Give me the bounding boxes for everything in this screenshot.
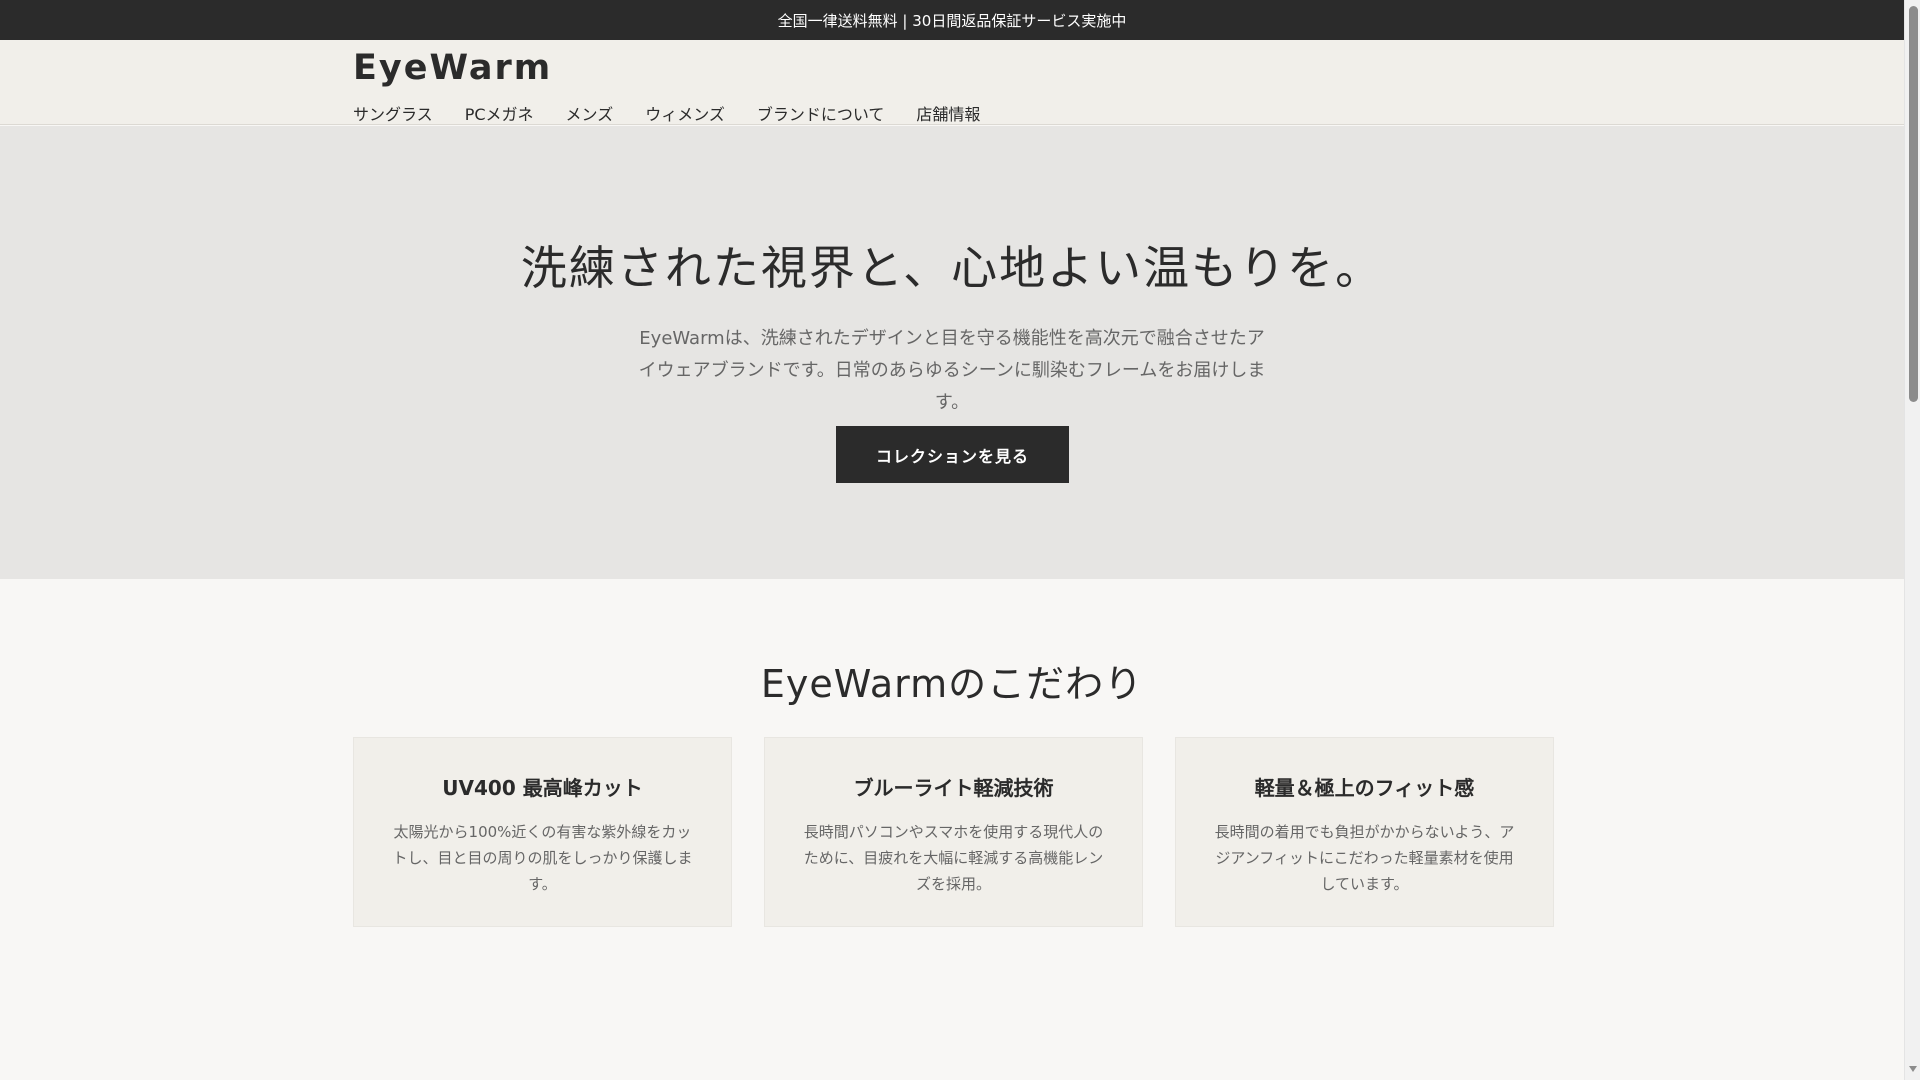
announcement-bar: 全国一律送料無料 | 30日間返品保証サービス実施中 [0,0,1904,40]
site-header: EyeWarm サングラス PCメガネ メンズ ウィメンズ ブランドについて 店… [0,40,1904,125]
feature-card-fit: 軽量＆極上のフィット感 長時間の着用でも負担がかからないよう、アジアンフィットに… [1175,737,1554,927]
features-section: EyeWarmのこだわり UV400 最高峰カット 太陽光から100%近くの有害… [0,579,1904,1080]
nav-item-about-brand[interactable]: ブランドについて [757,101,885,125]
feature-card-title: UV400 最高峰カット [442,776,643,800]
feature-card-text: 太陽光から100%近くの有害な紫外線をカットし、目と目の周りの肌をしっかり保護し… [392,823,693,893]
nav-item-store-info[interactable]: 店舗情報 [916,101,980,125]
feature-card-title: 軽量＆極上のフィット感 [1254,776,1475,800]
feature-card-uv400: UV400 最高峰カット 太陽光から100%近くの有害な紫外線をカットし、目と目… [353,737,732,927]
brand-logo[interactable]: EyeWarm [353,48,552,88]
hero-title: 洗練された視界と、心地よい温もりを。 [520,241,1384,295]
main-nav: サングラス PCメガネ メンズ ウィメンズ ブランドについて 店舗情報 [353,101,980,125]
feature-card-title: ブルーライト軽減技術 [853,776,1054,800]
nav-item-sunglasses[interactable]: サングラス [353,101,433,125]
vertical-scrollbar[interactable] [1904,0,1920,1080]
announcement-text: 全国一律送料無料 | 30日間返品保証サービス実施中 [777,11,1127,30]
hero-section: 洗練された視界と、心地よい温もりを。 EyeWarmは、洗練されたデザインと目を… [0,126,1904,579]
page: 全国一律送料無料 | 30日間返品保証サービス実施中 EyeWarm サングラス… [0,0,1920,1080]
scrollbar-thumb[interactable] [1909,6,1918,402]
nav-item-pc-glasses[interactable]: PCメガネ [465,101,534,125]
view-collection-button[interactable]: コレクションを見る [836,426,1069,483]
feature-card-bluelight: ブルーライト軽減技術 長時間パソコンやスマホを使用する現代人のために、目疲れを大… [764,737,1143,927]
hero-description: EyeWarmは、洗練されたデザインと目を守る機能性を高次元で融合させたアイウェ… [638,328,1266,413]
scroll-down-arrow-icon[interactable] [1909,1066,1917,1072]
nav-item-mens[interactable]: メンズ [566,101,614,125]
feature-card-text: 長時間パソコンやスマホを使用する現代人のために、目疲れを大幅に軽減する高機能レン… [803,823,1104,893]
feature-card-text: 長時間の着用でも負担がかからないよう、アジアンフィットにこだわった軽量素材を使用… [1214,823,1515,893]
nav-item-womens[interactable]: ウィメンズ [645,101,725,125]
feature-cards: UV400 最高峰カット 太陽光から100%近くの有害な紫外線をカットし、目と目… [353,737,1554,927]
features-title: EyeWarmのこだわり [760,662,1144,706]
